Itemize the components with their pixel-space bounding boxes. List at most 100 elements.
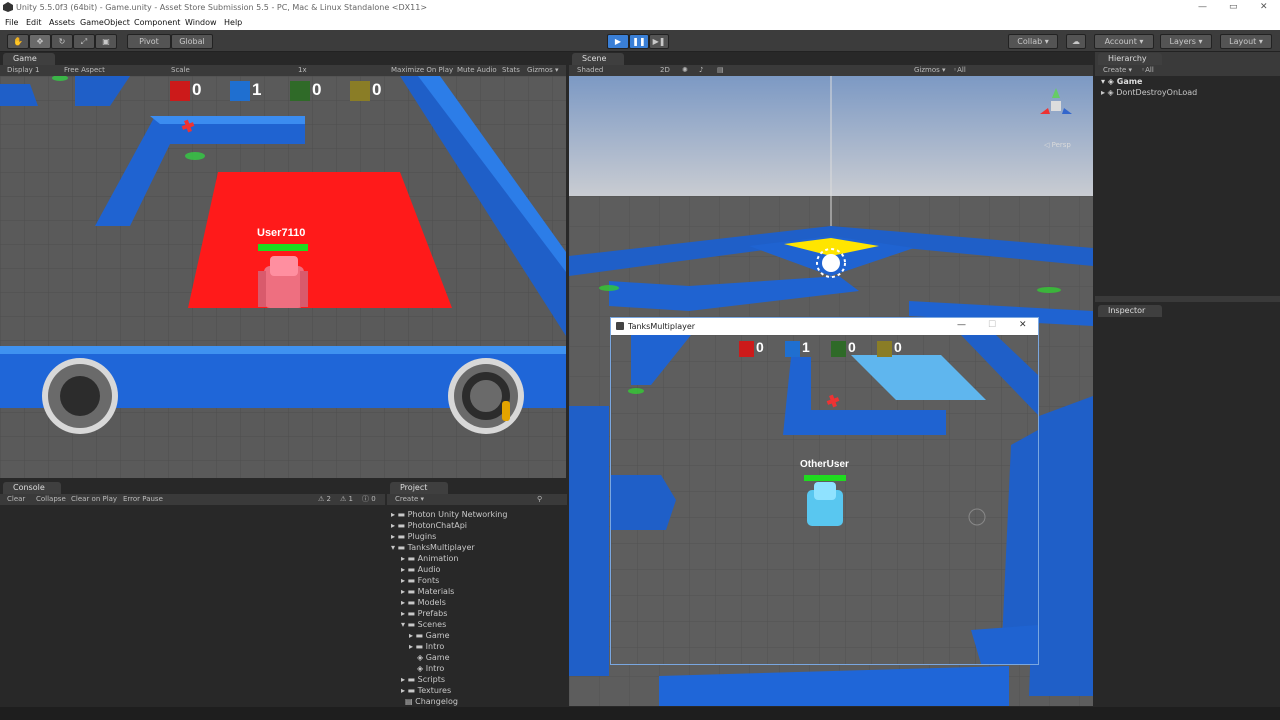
project-folder[interactable]: ▾ ▬ Scenes — [401, 620, 446, 629]
error-count[interactable]: ⚠ 1 — [340, 494, 353, 505]
project-folder[interactable]: ▸ ▬ Models — [401, 598, 446, 607]
scale-label: Scale — [171, 66, 190, 74]
tab-hierarchy[interactable]: Hierarchy — [1098, 53, 1162, 65]
project-folder[interactable]: ▸ ▬ Game — [409, 631, 450, 640]
hierarchy-item[interactable]: ▸ ◈ DontDestroyOnLoad — [1101, 88, 1197, 97]
effects-icon[interactable]: ▤ — [717, 65, 724, 76]
pivot-toggle[interactable]: Pivot — [127, 34, 171, 49]
project-folder[interactable]: ▸ ▬ Materials — [401, 587, 454, 596]
project-folder[interactable]: ▸ ▬ Scripts — [401, 675, 445, 684]
score-board: 0 1 0 0 — [170, 79, 400, 105]
project-lock-icon[interactable]: ⚲ — [537, 494, 542, 505]
project-folder[interactable]: ▸ ▬ PhotonChatApi — [391, 521, 467, 530]
popup-maximize-button[interactable]: ☐ — [988, 320, 996, 330]
play-button-icon[interactable]: ▶ — [607, 34, 629, 49]
persp-label[interactable]: ◁ Persp — [1044, 141, 1071, 149]
maximize-on-play-toggle[interactable]: Maximize On Play — [391, 65, 453, 76]
game-viewport[interactable]: User7110 0 1 0 0 — [0, 76, 566, 478]
scene-file[interactable]: ◈ Intro — [417, 664, 444, 673]
mute-audio-toggle[interactable]: Mute Audio — [457, 65, 497, 76]
project-folder[interactable]: ▸ ▬ Textures — [401, 686, 451, 695]
stats-toggle[interactable]: Stats — [502, 65, 520, 76]
tab-project[interactable]: Project — [390, 482, 448, 494]
menu-assets[interactable]: Assets — [49, 18, 75, 27]
menu-window[interactable]: Window — [185, 18, 217, 27]
hierarchy-panel: Hierarchy Create ▾ ◦All ▾ ◈ Game ▸ ◈ Don… — [1095, 52, 1280, 302]
scene-search-input[interactable]: ◦All — [953, 65, 966, 76]
project-folder[interactable]: ▸ ▬ Audio — [401, 565, 440, 574]
console-panel: Console Clear Collapse Clear on Play Err… — [0, 480, 385, 707]
text-file[interactable]: ▤ Changelog — [405, 697, 458, 706]
project-tree: ▸ ▬ Photon Unity Networking ▸ ▬ PhotonCh… — [387, 508, 567, 707]
popup-team-yellow-swatch — [877, 341, 892, 357]
tab-scene[interactable]: Scene — [572, 53, 624, 65]
2d-toggle[interactable]: 2D — [660, 65, 670, 76]
project-folder[interactable]: ▸ ▬ Plugins — [391, 532, 436, 541]
popup-close-button[interactable]: ✕ — [1019, 320, 1027, 330]
window-titlebar: Unity 5.5.0f3 (64bit) - Game.unity - Ass… — [0, 0, 1280, 16]
project-folder[interactable]: ▸ ▬ Animation — [401, 554, 458, 563]
audio-icon[interactable]: ♪ — [699, 65, 703, 76]
tab-inspector[interactable]: Inspector — [1098, 305, 1162, 317]
account-dropdown[interactable]: Account ▾ — [1094, 34, 1154, 49]
hierarchy-tree: ▾ ◈ Game ▸ ◈ DontDestroyOnLoad — [1095, 76, 1280, 296]
project-folder[interactable]: ▾ ▬ TanksMultiplayer — [391, 543, 475, 552]
step-button-icon[interactable]: ▶❚ — [649, 34, 669, 49]
scene-gizmos-dropdown[interactable]: Gizmos ▾ — [914, 65, 946, 76]
project-folder[interactable]: ▸ ▬ Prefabs — [401, 609, 447, 618]
console-clear-on-play-button[interactable]: Clear on Play — [71, 494, 117, 505]
hierarchy-create-button[interactable]: Create ▾ — [1103, 65, 1132, 76]
menu-gameobject[interactable]: GameObject — [80, 18, 130, 27]
menu-help[interactable]: Help — [224, 18, 242, 27]
popup-team-blue-swatch — [785, 341, 800, 357]
project-folder[interactable]: ▸ ▬ Fonts — [401, 576, 439, 585]
restore-button[interactable]: ▭ — [1229, 2, 1238, 12]
tab-game[interactable]: Game — [3, 53, 55, 65]
gizmos-dropdown[interactable]: Gizmos ▾ — [527, 65, 559, 76]
project-toolbar: Create ▾ ⚲ — [387, 494, 567, 505]
main-toolbar: ✋ ✥ ↻ ⤢ ▣ Pivot Global ▶ ❚❚ ▶❚ Collab ▾ … — [0, 30, 1280, 52]
team-yellow-swatch — [350, 81, 370, 101]
rect-tool-icon[interactable]: ▣ — [95, 34, 117, 49]
project-folder[interactable]: ▸ ▬ Photon Unity Networking — [391, 510, 507, 519]
unity-small-icon — [616, 322, 624, 330]
console-clear-button[interactable]: Clear — [7, 494, 25, 505]
layers-dropdown[interactable]: Layers ▾ — [1160, 34, 1212, 49]
menu-edit[interactable]: Edit — [26, 18, 42, 27]
shading-dropdown[interactable]: Shaded — [577, 65, 603, 76]
collab-button[interactable]: Collab ▾ — [1008, 34, 1058, 49]
close-button[interactable]: ✕ — [1260, 2, 1268, 12]
project-create-button[interactable]: Create ▾ — [395, 494, 424, 505]
tab-console[interactable]: Console — [3, 482, 61, 494]
warning-count[interactable]: ⚠ 2 — [318, 494, 331, 505]
lighting-icon[interactable]: ✺ — [682, 65, 688, 76]
cloud-icon[interactable]: ☁ — [1066, 34, 1086, 49]
scene-file[interactable]: ◈ Game — [417, 653, 450, 662]
score-green: 0 — [290, 79, 322, 103]
popup-score-blue: 1 — [785, 339, 817, 363]
unity-logo-icon — [3, 2, 13, 12]
hand-tool-icon[interactable]: ✋ — [7, 34, 29, 49]
menu-file[interactable]: File — [5, 18, 18, 27]
scale-tool-icon[interactable]: ⤢ — [73, 34, 95, 49]
display-dropdown[interactable]: Display 1 — [7, 65, 39, 76]
player-name-label: User7110 — [257, 227, 306, 239]
aspect-dropdown[interactable]: Free Aspect — [64, 65, 105, 76]
pause-button-icon[interactable]: ❚❚ — [629, 34, 649, 49]
project-folder[interactable]: ▸ ▬ Intro — [409, 642, 444, 651]
hierarchy-search-input[interactable]: ◦All — [1141, 65, 1154, 76]
console-error-pause-button[interactable]: Error Pause — [123, 494, 163, 505]
menu-bar: File Edit Assets GameObject Component Wi… — [0, 16, 1280, 30]
hierarchy-item[interactable]: ▾ ◈ Game — [1101, 77, 1142, 86]
global-toggle[interactable]: Global — [171, 34, 213, 49]
minimize-button[interactable]: — — [1198, 2, 1207, 12]
popup-game-viewport[interactable]: OtherUser 0 1 0 0 — [611, 335, 1038, 664]
menu-component[interactable]: Component — [134, 18, 180, 27]
layout-dropdown[interactable]: Layout ▾ — [1220, 34, 1272, 49]
team-blue-swatch — [230, 81, 250, 101]
rotate-tool-icon[interactable]: ↻ — [51, 34, 73, 49]
move-tool-icon[interactable]: ✥ — [29, 34, 51, 49]
console-collapse-button[interactable]: Collapse — [36, 494, 66, 505]
popup-minimize-button[interactable]: — — [957, 320, 966, 330]
info-count[interactable]: ⓘ 0 — [362, 494, 376, 505]
